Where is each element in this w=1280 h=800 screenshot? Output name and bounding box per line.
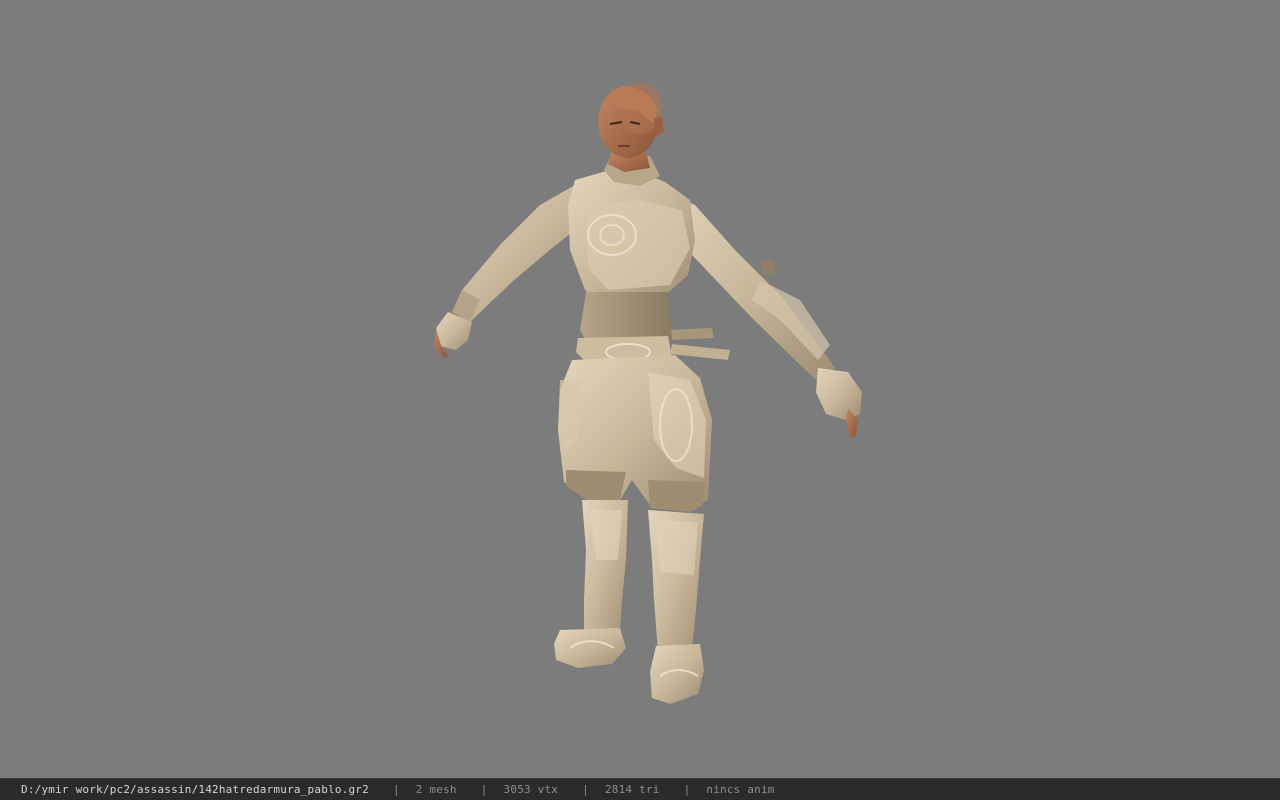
- animation-status: nincs anim: [706, 783, 775, 796]
- separator: |: [683, 783, 691, 796]
- right-leg: [648, 510, 704, 704]
- left-leg: [554, 500, 628, 668]
- 3d-viewport[interactable]: [0, 0, 1280, 778]
- left-arm: [434, 185, 588, 358]
- status-bar: D:/ymir work/pc2/assassin/142hatredarmur…: [0, 778, 1280, 800]
- separator: |: [480, 783, 488, 796]
- separator: |: [392, 783, 400, 796]
- mesh-count: 2 mesh: [415, 783, 457, 796]
- character-model: [434, 82, 862, 704]
- vertex-count: 3053 vtx: [503, 783, 559, 796]
- separator: |: [582, 783, 589, 796]
- head: [598, 82, 664, 186]
- file-path: D:/ymir work/pc2/assassin/142hatredarmur…: [21, 783, 369, 796]
- triangle-count: 2814 tri: [604, 783, 660, 796]
- pants: [558, 355, 712, 512]
